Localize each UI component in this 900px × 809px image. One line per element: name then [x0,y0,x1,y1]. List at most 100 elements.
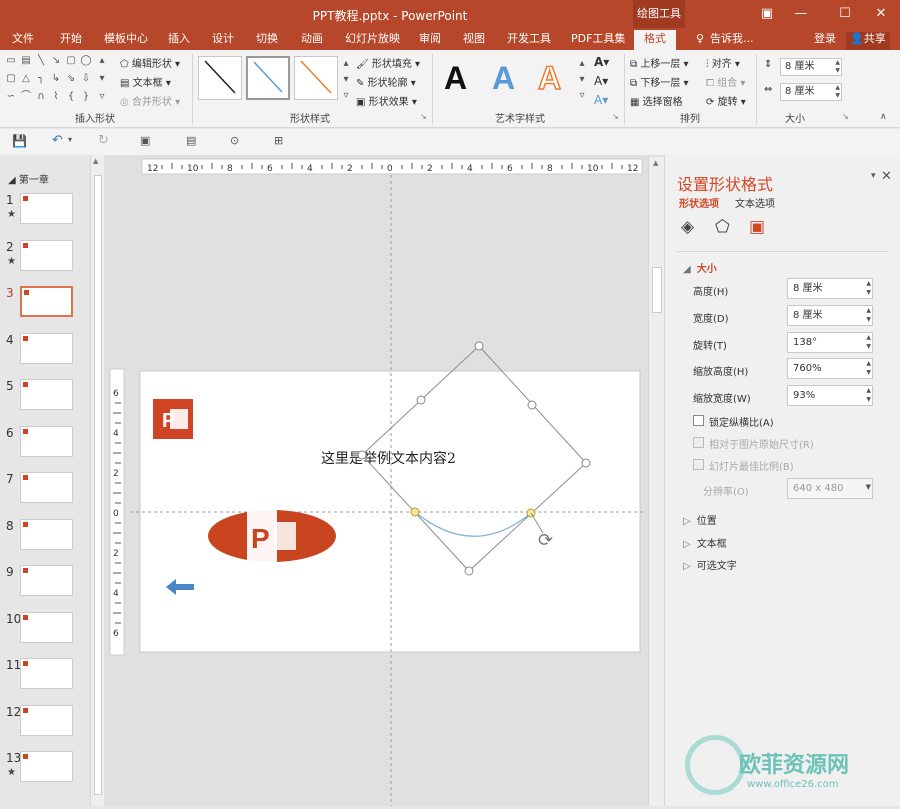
slide-thumbnail[interactable] [20,472,73,503]
shape-styles-launcher-icon[interactable]: ↘ [420,112,427,121]
pane-close-icon[interactable]: ✕ [881,169,892,184]
tab-text-options[interactable]: 文本选项 [735,195,775,210]
wordart-gallery-down-icon[interactable]: ▾ [576,74,588,85]
scroll-up-icon[interactable]: ▲ [653,159,658,167]
bent-arrow-shape-icon[interactable]: ⇘ [65,73,77,84]
slide-thumbnail[interactable] [20,704,73,736]
gallery-down-icon[interactable]: ▾ [96,73,108,84]
share-button[interactable]: 👤共享 [846,32,890,50]
gallery-more-icon[interactable]: ▿ [96,91,108,102]
corner-shape-icon[interactable]: ↳ [50,73,62,84]
shape-style-orange-line[interactable] [294,56,338,100]
slide-thumbnail[interactable] [20,239,73,271]
group-button[interactable]: ⧠ 组合 ▾ [706,74,745,89]
scroll-up-icon[interactable]: ▲ [93,157,98,165]
freeform-shape-icon[interactable]: ⌒ [20,91,32,102]
merge-shapes-button[interactable]: ◎ 合并形状 ▾ [120,93,180,108]
width-field[interactable]: 8 厘米 ▲ ▼ [787,305,873,326]
gallery-up-icon[interactable]: ▴ [96,55,108,66]
resize-handle[interactable] [527,400,537,410]
tab-slideshow[interactable]: 幻灯片放映 [345,32,400,50]
text-box-button[interactable]: ▤ 文本框 ▾ [120,74,171,89]
width-spinner[interactable]: 8 厘米 ▲ ▼ [780,83,842,101]
style-gallery-up-icon[interactable]: ▴ [340,58,352,69]
wordart-black-a[interactable]: A [444,60,467,97]
position-section-header[interactable]: ▷ 位置 [683,512,717,527]
style-gallery-more-icon[interactable]: ▿ [340,90,352,101]
relative-original-checkbox[interactable] [693,437,704,448]
text-fill-icon[interactable]: A▾ [594,55,609,69]
resize-handle[interactable] [416,395,426,405]
resize-handle[interactable] [474,341,484,351]
tab-home[interactable]: 开始 [60,32,82,50]
slide-thumbnail[interactable] [20,611,73,643]
close-button[interactable]: ✕ [870,4,892,24]
shape-style-blue-line[interactable] [246,56,290,100]
tab-view[interactable]: 视图 [463,32,485,50]
send-backward-button[interactable]: ⧉ 下移一层 ▾ [630,74,689,89]
tab-developer[interactable]: 开发工具 [507,32,551,50]
rotate-button[interactable]: ⟳ 旋转 ▾ [706,93,746,108]
resize-handle[interactable] [581,458,591,468]
height-spinner[interactable]: 8 厘米 ▲ ▼ [780,58,842,76]
wordart-blue-a[interactable]: A [492,60,515,97]
height-field[interactable]: 8 厘米 ▲ ▼ [787,278,873,299]
undo-icon[interactable]: ↶ [52,133,63,148]
oval-shape-icon[interactable]: ◯ [80,55,92,66]
arrow-shape-icon[interactable]: ↘ [50,55,62,66]
new-slide-icon[interactable]: ▣ [140,134,150,147]
slide-thumbnail[interactable] [20,425,73,457]
tab-insert[interactable]: 插入 [168,32,190,50]
slide-thumbnail[interactable] [20,332,73,364]
slideshow-icon[interactable]: ⊙ [230,134,239,147]
textbox-shape-icon[interactable]: ▤ [20,55,32,66]
wordart-gallery-more-icon[interactable]: ▿ [576,90,588,101]
shape-fill-button[interactable]: 🖌 形状填充 ▾ [356,55,420,70]
selection-pane-button[interactable]: ▦ 选择窗格 [630,93,683,108]
collapse-ribbon-icon[interactable]: ∧ [880,112,887,122]
align-button[interactable]: ⫶ 对齐 ▾ [706,55,740,70]
pane-options-icon[interactable]: ▾ [871,171,876,181]
tab-design[interactable]: 设计 [212,32,234,50]
presenter-icon[interactable]: ⊞ [274,134,283,147]
spinner-arrows-icon[interactable]: ▲ ▼ [866,306,871,324]
brace-right-shape-icon[interactable]: } [80,91,92,102]
slide-thumbnail[interactable] [20,565,73,596]
section-header[interactable]: ◢ 第一章 [8,171,49,186]
size-properties-icon[interactable]: ▣ [749,217,765,237]
dropdown-arrow-icon[interactable]: ▼ [866,483,871,491]
textbox-section-header[interactable]: ▷ 文本框 [683,535,727,550]
rectangle-shape-icon[interactable]: ▢ [65,55,77,66]
brace-left-shape-icon[interactable]: { [65,91,77,102]
alt-text-section-header[interactable]: ▷ 可选文字 [683,557,737,572]
tab-templates[interactable]: 模板中心 [104,32,148,50]
line-shape-icon[interactable]: ╲ [35,55,47,66]
slide-thumbnail[interactable] [20,751,73,782]
fill-line-icon[interactable]: ◈ [681,217,694,237]
rounded-rect-shape-icon[interactable]: ▢ [5,73,17,84]
spinner-arrows-icon[interactable]: ▲ ▼ [866,386,871,404]
wordart-orange-a[interactable]: A [537,59,562,97]
ribbon-display-icon[interactable]: ▣ [756,4,778,24]
tab-transitions[interactable]: 切换 [256,32,278,50]
spinner-arrows-icon[interactable]: ▲ ▼ [835,59,840,75]
tell-me-input[interactable]: 告诉我... [710,32,754,50]
wordart-launcher-icon[interactable]: ↘ [612,112,619,121]
wave-shape-icon[interactable]: ⌇ [50,91,62,102]
effects-pentagon-icon[interactable]: ⬠ [715,217,730,237]
curve-shape-icon[interactable]: ∽ [5,91,17,102]
slide-thumbnail[interactable] [20,193,73,224]
resolution-dropdown[interactable]: 640 x 480 ▼ [787,478,873,499]
text-effects-icon[interactable]: A▾ [594,93,608,107]
login-link[interactable]: 登录 [814,32,836,50]
spinner-arrows-icon[interactable]: ▲ ▼ [866,359,871,377]
best-scale-checkbox[interactable] [693,459,704,470]
resize-handle[interactable] [357,450,367,460]
save-icon[interactable]: 💾 [12,134,27,148]
triangle-shape-icon[interactable]: △ [20,73,32,84]
resize-handle[interactable] [464,566,474,576]
slide-scrollbar[interactable]: ▲ [648,157,664,806]
slide-text-box[interactable]: 这里是举例文本内容2 [321,450,456,467]
slide-scroll-thumb[interactable] [652,267,662,313]
slide-thumbnail[interactable] [20,379,73,410]
